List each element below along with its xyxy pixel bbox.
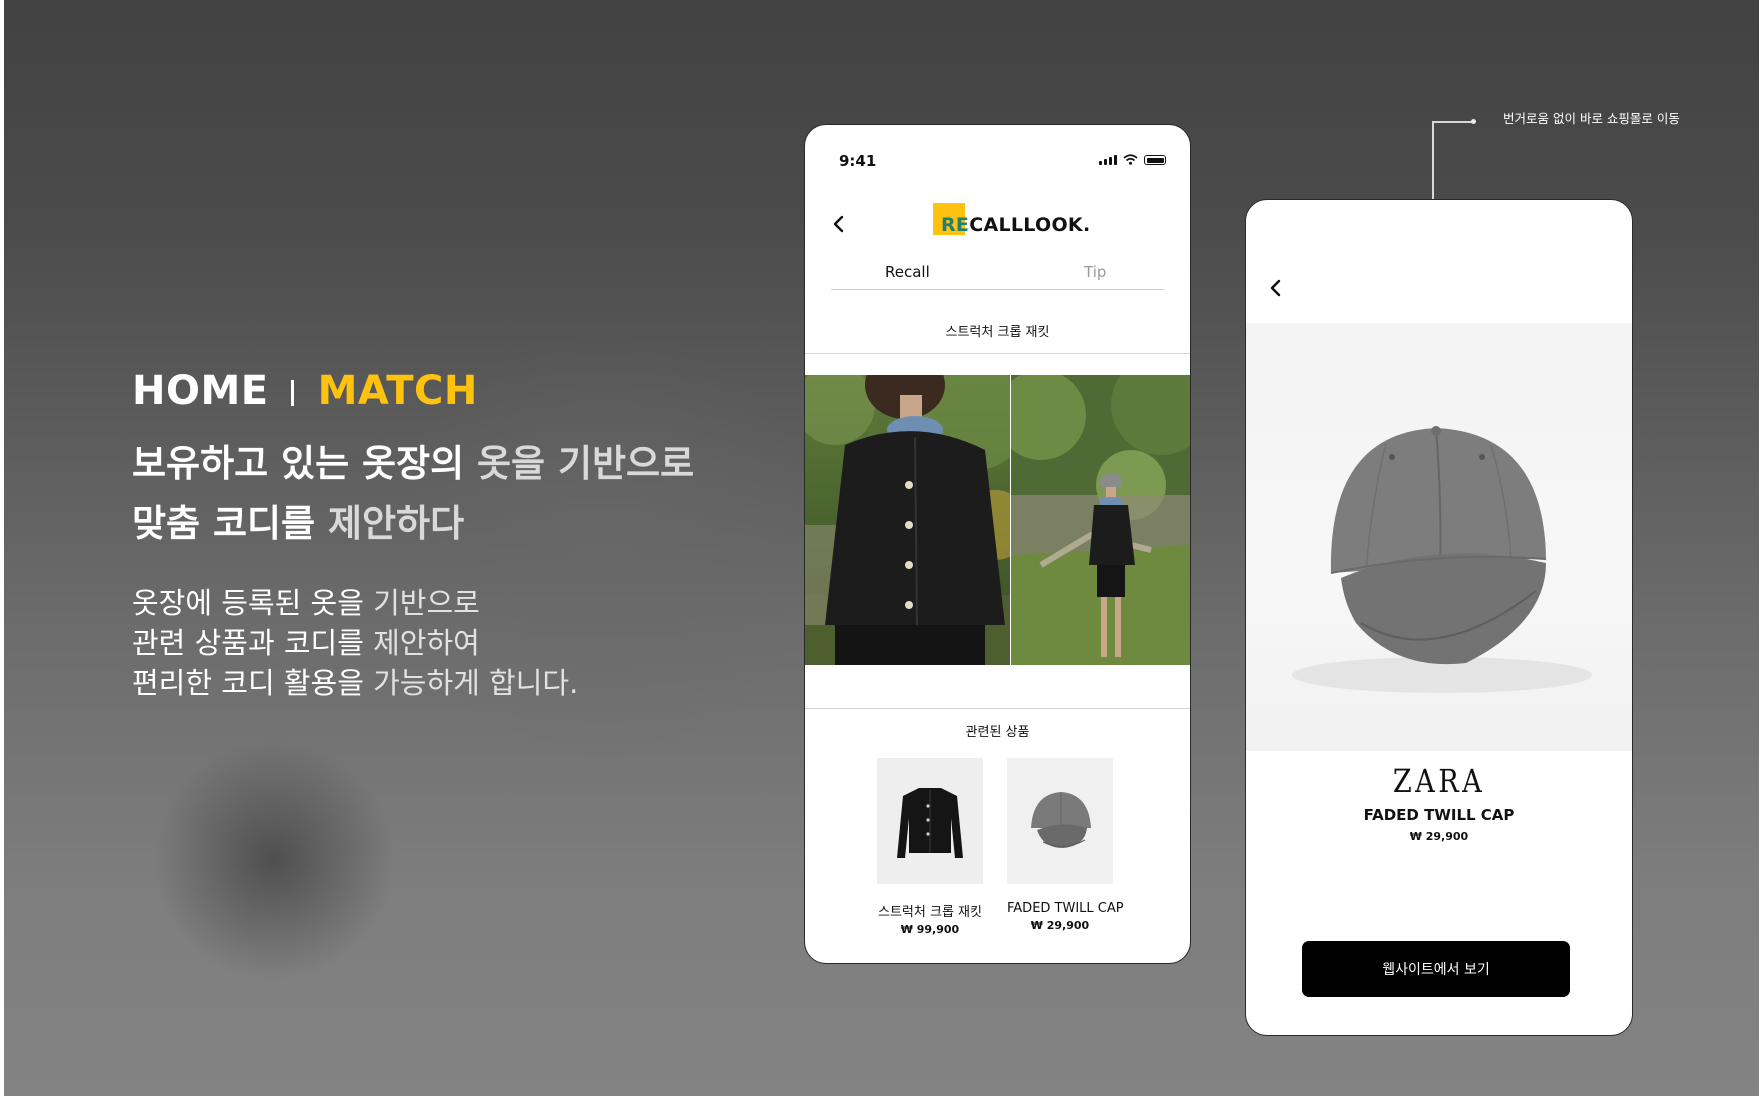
view-website-button[interactable]: 웹사이트에서 보기 bbox=[1302, 941, 1570, 997]
outfit-photo-closeup[interactable] bbox=[805, 375, 1010, 665]
callout-connector-vertical bbox=[1432, 121, 1434, 199]
feature-title: 보유하고 있는 옷장의 옷을 기반으로 맞춤 코디를 제안하다 bbox=[132, 434, 694, 554]
outfit-photo-fullbody[interactable] bbox=[1011, 375, 1190, 665]
headline-match: MATCH bbox=[317, 368, 478, 414]
related-product-card[interactable]: 스트럭처 크롭 재킷 ₩ 99,900 bbox=[877, 758, 983, 936]
callout-dot bbox=[1471, 119, 1476, 124]
divider bbox=[805, 353, 1190, 354]
background-shadow-blob bbox=[154, 740, 394, 980]
product-thumb-cap bbox=[1007, 758, 1113, 884]
status-time: 9:41 bbox=[839, 152, 877, 170]
feature-title-1b: 옷을 기반으로 bbox=[477, 442, 695, 485]
related-title: 관련된 상품 bbox=[965, 725, 1030, 740]
item-title: 스트럭처 크롭 재킷 bbox=[945, 325, 1050, 340]
feature-desc-3b: 가능하게 합니다. bbox=[373, 666, 579, 700]
callout-connector-horizontal bbox=[1432, 121, 1473, 123]
logo-text: RECALLLOOK. bbox=[941, 214, 1090, 236]
logo-re: RE bbox=[941, 214, 970, 236]
outfit-photos bbox=[805, 375, 1190, 665]
battery-icon bbox=[1144, 155, 1166, 165]
product-name: FADED TWILL CAP bbox=[1007, 901, 1124, 916]
feature-desc-3a: 편리한 코디 활용을 bbox=[132, 666, 374, 700]
headline-separator bbox=[290, 380, 294, 406]
feature-description: 옷장에 등록된 옷을 기반으로 관련 상품과 코디를 제안하여 편리한 코디 활… bbox=[132, 583, 578, 703]
feature-title-2a: 맞춤 코디를 bbox=[132, 502, 328, 545]
feature-title-2b: 제안하다 bbox=[327, 502, 465, 545]
phone-recall-screen: 9:41 RECALLLOOK. Recall Tip 스트럭처 크롭 재킷 관… bbox=[804, 124, 1191, 964]
phone-product-detail-screen: ZARA FADED TWILL CAP ₩ 29,900 웹사이트에서 보기 bbox=[1245, 199, 1633, 1036]
product-thumb-jacket bbox=[877, 758, 983, 884]
feature-title-line-1: 보유하고 있는 옷장의 옷을 기반으로 bbox=[132, 434, 694, 494]
product-price: ₩ 29,900 bbox=[1030, 919, 1090, 932]
callout-text: 번거로움 없이 바로 쇼핑몰로 이동 bbox=[1503, 111, 1680, 126]
feature-desc-1a: 옷장에 등록된 옷을 bbox=[132, 586, 374, 620]
product-price: ₩ 99,900 bbox=[900, 923, 960, 936]
tab-tip[interactable]: Tip bbox=[1084, 263, 1106, 281]
feature-desc-1b: 기반으로 bbox=[373, 586, 480, 620]
feature-desc-line-3: 편리한 코디 활용을 가능하게 합니다. bbox=[132, 663, 578, 703]
product-name: 스트럭처 크롭 재킷 bbox=[878, 905, 982, 920]
chevron-left-icon[interactable] bbox=[831, 213, 847, 239]
bottom-band bbox=[0, 1096, 1763, 1103]
section-headline: HOME MATCH bbox=[132, 368, 478, 414]
logo-rest: CALLLOOK. bbox=[969, 214, 1091, 236]
headline-home: HOME bbox=[132, 368, 269, 414]
feature-desc-2a: 관련 상품과 코디를 bbox=[132, 626, 374, 660]
divider bbox=[805, 708, 1190, 709]
status-icons bbox=[1099, 154, 1166, 165]
feature-desc-line-1: 옷장에 등록된 옷을 기반으로 bbox=[132, 583, 578, 623]
feature-title-line-2: 맞춤 코디를 제안하다 bbox=[132, 494, 694, 554]
product-name: FADED TWILL CAP bbox=[1363, 806, 1515, 824]
tab-recall[interactable]: Recall bbox=[885, 263, 930, 281]
chevron-left-icon[interactable] bbox=[1268, 277, 1284, 303]
product-price: ₩ 29,900 bbox=[1409, 830, 1469, 843]
related-product-card[interactable]: FADED TWILL CAP ₩ 29,900 bbox=[1007, 758, 1124, 932]
feature-title-1a: 보유하고 있는 옷장의 bbox=[132, 442, 478, 485]
wifi-icon bbox=[1123, 154, 1138, 165]
feature-desc-2b: 제안하여 bbox=[373, 626, 480, 660]
brand-logo: ZARA bbox=[1392, 762, 1486, 800]
product-hero-image bbox=[1246, 323, 1632, 751]
tab-bar: Recall Tip bbox=[831, 255, 1164, 290]
signal-icon bbox=[1099, 155, 1117, 165]
feature-desc-line-2: 관련 상품과 코디를 제안하여 bbox=[132, 623, 578, 663]
